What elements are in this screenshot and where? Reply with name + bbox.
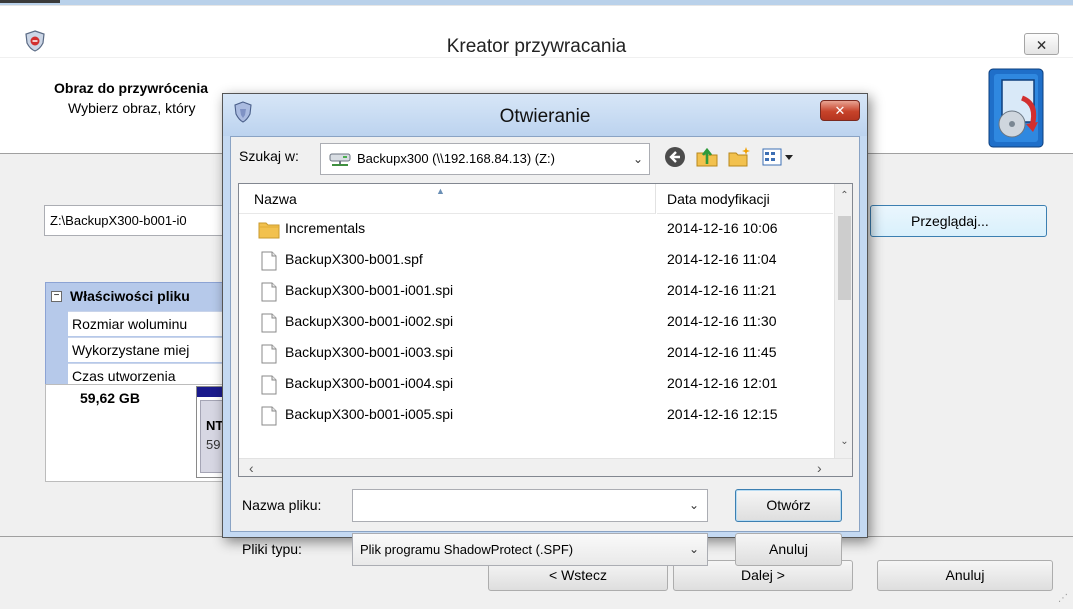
file-name-input[interactable]: ⌄ xyxy=(352,489,708,522)
file-name: BackupX300-b001.spf xyxy=(285,251,423,267)
dialog-close-button[interactable]: ✕ xyxy=(820,100,860,121)
look-in-dropdown[interactable]: Backupx300 (\\192.168.84.13) (Z:) ⌄ xyxy=(320,143,650,175)
partition-label: NT xyxy=(206,418,224,433)
open-file-dialog: Otwieranie ✕ Szukaj w: Backupx300 (\\192… xyxy=(222,93,868,566)
dialog-cancel-button[interactable]: Anuluj xyxy=(735,533,842,566)
file-name: Incrementals xyxy=(285,220,366,236)
property-used-space: Wykorzystane miej xyxy=(68,337,234,362)
file-icon xyxy=(258,375,280,395)
file-name: BackupX300-b001-i002.spi xyxy=(285,313,454,329)
wizard-titlebar: Kreator przywracania 🗙 xyxy=(0,5,1073,57)
file-date: 2014-12-16 11:30 xyxy=(667,313,777,329)
dialog-titlebar: Otwieranie ✕ xyxy=(223,94,867,136)
file-icon xyxy=(258,406,280,426)
scroll-thumb[interactable] xyxy=(838,216,851,300)
file-row[interactable]: BackupX300-b001-i001.spi 2014-12-16 11:21 xyxy=(239,276,833,306)
file-date: 2014-12-16 10:06 xyxy=(667,220,778,236)
dialog-title: Otwieranie xyxy=(499,106,591,127)
file-date: 2014-12-16 11:21 xyxy=(667,282,777,298)
file-row[interactable]: BackupX300-b001-i003.spi 2014-12-16 11:45 xyxy=(239,338,833,368)
open-button[interactable]: Otwórz xyxy=(735,489,842,522)
file-properties-panel: − Właściwości pliku Rozmiar woluminu Wyk… xyxy=(45,282,235,386)
chevron-down-icon: ⌄ xyxy=(632,152,644,166)
new-folder-icon[interactable] xyxy=(727,145,751,169)
file-properties-title: Właściwości pliku xyxy=(70,288,190,304)
horizontal-scrollbar[interactable]: ‹ › xyxy=(239,458,852,476)
file-name-label: Nazwa pliku: xyxy=(242,497,322,513)
network-drive-icon xyxy=(329,153,351,166)
chevron-down-icon: ⌄ xyxy=(689,498,700,512)
file-icon xyxy=(258,251,280,271)
file-name: BackupX300-b001-i005.spi xyxy=(285,406,454,422)
folder-row[interactable]: Incrementals 2014-12-16 10:06 xyxy=(239,214,833,244)
file-date: 2014-12-16 11:04 xyxy=(667,251,777,267)
back-icon[interactable] xyxy=(663,145,687,169)
chevron-down-icon: ⌄ xyxy=(689,542,700,556)
file-row[interactable]: BackupX300-b001-i002.spi 2014-12-16 11:30 xyxy=(239,307,833,337)
scroll-down-icon[interactable]: ⌄ xyxy=(835,436,852,447)
file-date: 2014-12-16 12:15 xyxy=(667,406,778,422)
up-folder-icon[interactable] xyxy=(695,145,719,169)
file-icon xyxy=(258,344,280,364)
folder-icon xyxy=(258,220,280,240)
file-type-label: Pliki typu: xyxy=(242,541,302,557)
file-icon xyxy=(258,313,280,333)
look-in-value: Backupx300 (\\192.168.84.13) (Z:) xyxy=(357,151,556,166)
dialog-body: Szukaj w: Backupx300 (\\192.168.84.13) (… xyxy=(230,136,860,566)
file-name: BackupX300-b001-i001.spi xyxy=(285,282,454,298)
wizard-title: Kreator przywracania xyxy=(446,36,627,57)
column-header-name[interactable]: Nazwa ▲ xyxy=(239,184,656,214)
file-name: BackupX300-b001-i004.spi xyxy=(285,375,454,391)
wizard-close-button[interactable]: 🗙 xyxy=(1024,33,1059,55)
vertical-scrollbar[interactable]: ⌃ ⌄ xyxy=(834,184,852,458)
file-date: 2014-12-16 12:01 xyxy=(667,375,778,391)
sort-ascending-icon: ▲ xyxy=(436,186,445,196)
file-row[interactable]: BackupX300-b001-i005.spi 2014-12-16 12:15 xyxy=(239,400,833,430)
page-heading: Obraz do przywrócenia xyxy=(54,80,209,96)
column-name-label: Nazwa xyxy=(254,191,297,207)
browse-button[interactable]: Przeglądaj... xyxy=(870,205,1047,237)
file-row[interactable]: BackupX300-b001-i004.spi 2014-12-16 12:01 xyxy=(239,369,833,399)
file-date: 2014-12-16 11:45 xyxy=(667,344,777,360)
view-menu-icon[interactable] xyxy=(761,145,795,169)
file-icon xyxy=(258,282,280,302)
property-created-time: Czas utworzenia xyxy=(68,363,234,385)
file-type-value: Plik programu ShadowProtect (.SPF) xyxy=(360,542,574,557)
file-list[interactable]: Nazwa ▲ Data modyfikacji Incrementals 201… xyxy=(238,183,853,477)
file-type-dropdown[interactable]: Plik programu ShadowProtect (.SPF) ⌄ xyxy=(352,533,708,566)
wizard-cancel-button[interactable]: Anuluj xyxy=(877,560,1053,591)
file-row[interactable]: BackupX300-b001.spf 2014-12-16 11:04 xyxy=(239,245,833,275)
scroll-right-icon[interactable]: › xyxy=(817,459,822,476)
resize-grip-icon[interactable]: ⋰ xyxy=(1058,594,1070,606)
partition-size: 59 xyxy=(206,437,221,452)
file-name: BackupX300-b001-i003.spi xyxy=(285,344,454,360)
column-header-date[interactable]: Data modyfikacji xyxy=(657,184,833,214)
collapse-toggle-icon[interactable]: − xyxy=(51,291,62,302)
property-volume-size: Rozmiar woluminu xyxy=(68,311,234,336)
scroll-left-icon[interactable]: ‹ xyxy=(249,459,254,476)
restore-logo-icon xyxy=(988,68,1044,148)
page-subheading: Wybierz obraz, który xyxy=(68,100,196,116)
scroll-up-icon[interactable]: ⌃ xyxy=(835,190,852,201)
file-properties-header[interactable]: − Właściwości pliku xyxy=(46,283,234,310)
look-in-label: Szukaj w: xyxy=(239,148,299,164)
volume-size: 59,62 GB xyxy=(80,390,140,406)
